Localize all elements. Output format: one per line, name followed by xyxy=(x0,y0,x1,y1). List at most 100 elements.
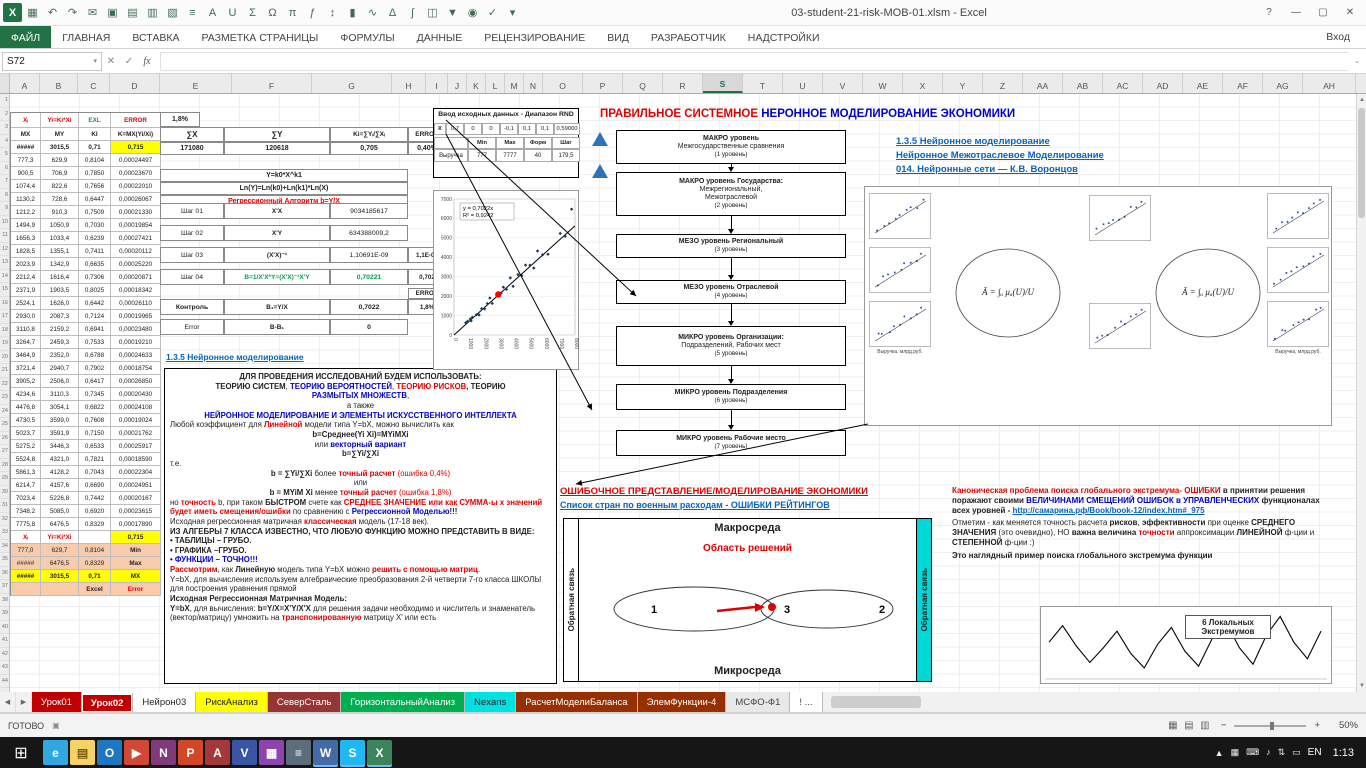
table-cell[interactable]: 0,7850 xyxy=(79,167,111,180)
zoom-slider-thumb[interactable] xyxy=(1270,722,1274,730)
table-cell[interactable]: 0,00024951 xyxy=(111,479,161,492)
table-cell[interactable]: 0,00023670 xyxy=(111,167,161,180)
column-header-P[interactable]: P xyxy=(583,74,623,93)
table-cell[interactable]: 0,6447 xyxy=(79,193,111,206)
table-cell[interactable]: 0,6920 xyxy=(79,505,111,518)
font-icon[interactable]: A xyxy=(203,3,222,22)
table-cell[interactable]: 0,6635 xyxy=(79,258,111,271)
taskbar-powerpoint-icon[interactable]: P xyxy=(178,740,203,765)
table-cell[interactable]: 0,7043 xyxy=(79,466,111,479)
table-cell[interactable]: 2459,3 xyxy=(41,336,79,349)
row-header-43[interactable]: 43 xyxy=(0,661,9,675)
column-header-AC[interactable]: AC xyxy=(1103,74,1143,93)
filter-icon[interactable]: ▼ xyxy=(443,3,462,22)
borders-icon[interactable]: ▥ xyxy=(143,3,162,22)
keyboard-icon[interactable]: ⌨ xyxy=(1246,747,1259,758)
sum-icon[interactable]: Σ xyxy=(243,3,262,22)
table-cell[interactable]: 1033,4 xyxy=(41,232,79,245)
column-header-C[interactable]: C xyxy=(78,74,110,93)
ribbon-tab-вид[interactable]: ВИД xyxy=(596,26,640,48)
table-cell[interactable]: 1355,1 xyxy=(41,245,79,258)
cancel-icon[interactable]: ✕ xyxy=(102,56,120,67)
row-header-38[interactable]: 38 xyxy=(0,594,9,608)
column-header-B[interactable]: B xyxy=(40,74,78,93)
row-header-14[interactable]: 14 xyxy=(0,270,9,284)
table-cell[interactable]: 3464,9 xyxy=(11,349,41,362)
table-cell[interactable]: 3054,1 xyxy=(41,401,79,414)
table-cell[interactable]: 0,7608 xyxy=(79,414,111,427)
sheet-scroll-right-icon[interactable]: ▶ xyxy=(16,692,32,712)
table-cell[interactable]: 1050,9 xyxy=(41,219,79,232)
table-cell[interactable]: 900,5 xyxy=(11,167,41,180)
table-cell[interactable]: 1616,4 xyxy=(41,271,79,284)
column-header-AF[interactable]: AF xyxy=(1223,74,1263,93)
taskbar-skype-icon[interactable]: S xyxy=(340,740,365,765)
table-icon[interactable]: ▤ xyxy=(123,3,142,22)
table-cell[interactable]: 0,00025220 xyxy=(111,258,161,271)
zoom-in-button[interactable]: + xyxy=(1314,720,1320,731)
table-cell[interactable]: 1656,3 xyxy=(11,232,41,245)
column-header-AD[interactable]: AD xyxy=(1143,74,1183,93)
table-cell[interactable]: 822,6 xyxy=(41,180,79,193)
notification-icon[interactable]: ▭ xyxy=(1292,747,1301,758)
ribbon-tab-разметка страницы[interactable]: РАЗМЕТКА СТРАНИЦЫ xyxy=(190,26,329,48)
column-header-U[interactable]: U xyxy=(783,74,823,93)
horizontal-scrollbar[interactable] xyxy=(823,692,1366,712)
extrema-chart[interactable]: 6 Локальных Экстремумов xyxy=(1040,606,1332,684)
flowchart-box-level-7[interactable]: МИКРО уровень Рабочие место(7 уровень) xyxy=(616,430,846,456)
link-neural-modeling[interactable]: 1.3.5 Нейронное моделирование xyxy=(896,136,1050,147)
column-header-G[interactable]: G xyxy=(312,74,392,93)
restore-button[interactable]: ▢ xyxy=(1310,3,1336,23)
redo-icon[interactable]: ↷ xyxy=(63,3,82,22)
flowchart-box-level-4[interactable]: МЕЗО уровень Отраслевой(4 уровень) xyxy=(616,280,846,304)
sheet-tab-ГоризонтальныйАнализ[interactable]: ГоризонтальныйАнализ xyxy=(341,692,465,712)
row-header-21[interactable]: 21 xyxy=(0,364,9,378)
taskbar-notepad-icon[interactable]: ≡ xyxy=(286,740,311,765)
taskbar-excel-icon[interactable]: X xyxy=(367,740,392,765)
column-header-AH[interactable]: AH xyxy=(1303,74,1356,93)
column-header-L[interactable]: L xyxy=(486,74,505,93)
table-cell[interactable]: 0,00019854 xyxy=(111,219,161,232)
row-header-28[interactable]: 28 xyxy=(0,459,9,473)
table-cell[interactable]: 0,00018754 xyxy=(111,362,161,375)
table-cell[interactable]: 0,7124 xyxy=(79,310,111,323)
table-cell[interactable]: 3721,4 xyxy=(11,362,41,375)
align-icon[interactable]: ≡ xyxy=(183,3,202,22)
table-cell[interactable]: 5861,3 xyxy=(11,466,41,479)
taskbar-media-icon[interactable]: ▶ xyxy=(124,740,149,765)
scroll-down-icon[interactable]: ▼ xyxy=(1357,680,1366,692)
table-cell[interactable]: 0,8025 xyxy=(79,284,111,297)
table-cell[interactable]: 2940,7 xyxy=(41,362,79,375)
language-indicator[interactable]: EN xyxy=(1308,747,1322,758)
table-cell[interactable]: 0,6417 xyxy=(79,375,111,388)
row-header-11[interactable]: 11 xyxy=(0,229,9,243)
table-cell[interactable]: 777,3 xyxy=(11,154,41,167)
column-header-A[interactable]: A xyxy=(10,74,40,93)
table-cell[interactable]: 3446,3 xyxy=(41,440,79,453)
camera-icon[interactable]: ◉ xyxy=(463,3,482,22)
zoom-level[interactable]: 50% xyxy=(1328,720,1358,731)
row-header-27[interactable]: 27 xyxy=(0,445,9,459)
table-cell[interactable]: 0,00024497 xyxy=(111,154,161,167)
table-cell[interactable]: 0,00026067 xyxy=(111,193,161,206)
taskbar-visio-icon[interactable]: V xyxy=(232,740,257,765)
sheet-scroll-left-icon[interactable]: ◀ xyxy=(0,692,16,712)
table-cell[interactable]: 0,8104 xyxy=(79,154,111,167)
row-header-22[interactable]: 22 xyxy=(0,378,9,392)
table-cell[interactable]: 0,00024633 xyxy=(111,349,161,362)
table-cell[interactable]: 2023,9 xyxy=(11,258,41,271)
table-cell[interactable]: 0,00023480 xyxy=(111,323,161,336)
table-cell[interactable]: 0,00018342 xyxy=(111,284,161,297)
column-header-H[interactable]: H xyxy=(392,74,426,93)
column-header-X[interactable]: X xyxy=(903,74,943,93)
row-header-7[interactable]: 7 xyxy=(0,175,9,189)
table-cell[interactable]: 0,7150 xyxy=(79,427,111,440)
view-mode-icon-1[interactable]: ▤ xyxy=(1181,720,1197,731)
table-cell[interactable]: 0,7821 xyxy=(79,453,111,466)
row-header-15[interactable]: 15 xyxy=(0,283,9,297)
save-icon[interactable]: ▦ xyxy=(23,3,42,22)
column-header-R[interactable]: R xyxy=(663,74,703,93)
table-cell[interactable]: 0,6442 xyxy=(79,297,111,310)
column-header-S[interactable]: S xyxy=(703,74,743,93)
table-cell[interactable]: 1903,5 xyxy=(41,284,79,297)
